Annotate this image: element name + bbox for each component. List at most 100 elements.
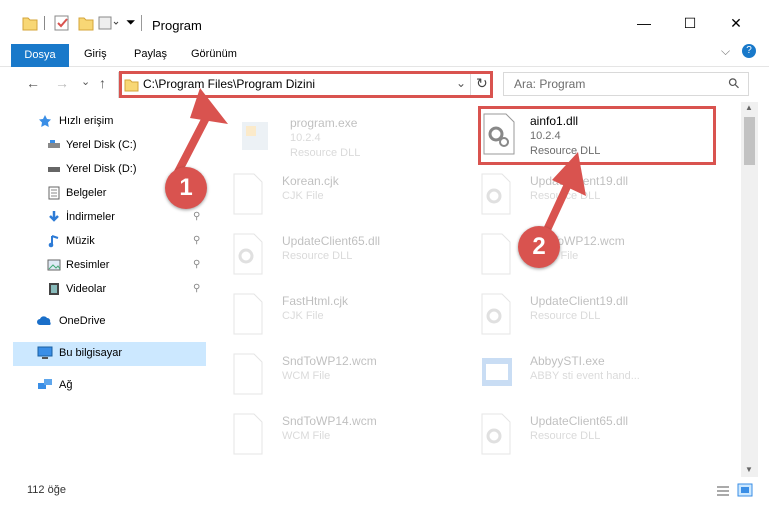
file-type: CJK File	[282, 190, 324, 202]
pin-icon[interactable]: ⚲	[193, 235, 200, 246]
large-icons-view-icon[interactable]	[737, 483, 753, 497]
scroll-up-icon[interactable]: ▲	[745, 103, 753, 112]
exe-icon	[482, 358, 512, 386]
up-button[interactable]: ↑	[99, 75, 106, 91]
help-icon[interactable]: ?	[742, 44, 756, 58]
file-name: AbbyySTI.exe	[530, 354, 605, 368]
dll-icon	[481, 413, 511, 455]
search-placeholder: Ara: Program	[514, 77, 586, 91]
tab-home[interactable]: Giriş	[84, 48, 107, 60]
folder-icon[interactable]	[22, 14, 38, 32]
back-button[interactable]: ←	[26, 75, 40, 91]
file-type: Resource DLL	[290, 147, 361, 159]
network-icon	[38, 379, 52, 389]
dll-icon	[481, 173, 511, 215]
maximize-button[interactable]: ☐	[667, 8, 713, 38]
file-icon	[481, 233, 511, 275]
title-divider	[141, 15, 142, 31]
file-name: UpdateClient65.dll	[282, 234, 381, 248]
callout-badge-1: 1	[165, 167, 207, 209]
file-icon	[233, 353, 263, 395]
properties-icon[interactable]	[54, 14, 70, 32]
drive-icon	[48, 167, 60, 172]
file-item[interactable]: UpdateClient65.dll Resource DLL	[230, 228, 460, 284]
dll-icon	[481, 293, 511, 335]
file-type: Resource DLL	[282, 250, 353, 262]
bottom-edge	[0, 504, 769, 513]
videos-icon	[49, 283, 59, 295]
file-name: SndToWP12.wcm	[282, 354, 377, 368]
file-item[interactable]: program.exe 10.2.4 Resource DLL	[238, 110, 468, 166]
status-bar	[0, 478, 769, 504]
minimize-button[interactable]: —	[621, 8, 667, 38]
pictures-icon	[47, 259, 61, 271]
sidebar-item-this-pc[interactable]: Bu bilgisayar	[13, 342, 206, 366]
scroll-down-icon[interactable]: ▼	[745, 465, 753, 474]
close-button[interactable]: ✕	[713, 8, 759, 38]
sidebar-item-label: Yerel Disk (D:)	[66, 163, 137, 175]
toolbar-divider	[44, 16, 45, 30]
sidebar-item-pictures[interactable]: Resimler ⚲	[13, 254, 206, 278]
sidebar-item-label: Bu bilgisayar	[59, 347, 122, 359]
sidebar-item-label: İndirmeler	[66, 211, 115, 223]
pin-icon[interactable]: ⚲	[193, 259, 200, 270]
sidebar-item-downloads[interactable]: İndirmeler ⚲	[13, 206, 206, 230]
cloud-icon	[37, 316, 51, 325]
file-icon	[233, 413, 263, 455]
file-item[interactable]: AbbyySTI.exe ABBY sti event hand...	[478, 348, 708, 404]
pin-icon[interactable]: ⚲	[193, 283, 200, 294]
sidebar-item-videos[interactable]: Videolar ⚲	[13, 278, 206, 302]
sidebar-item-label: Belgeler	[66, 187, 107, 199]
new-folder-icon[interactable]	[78, 14, 94, 32]
sidebar-item-label: OneDrive	[59, 315, 106, 327]
exe-icon	[242, 122, 268, 150]
sidebar-item-music[interactable]: Müzik ⚲	[13, 230, 206, 254]
file-name: program.exe	[290, 116, 358, 130]
ribbon-collapse-icon[interactable]: ⌵	[721, 44, 730, 59]
customize-toolbar-icon[interactable]: ⏷	[126, 15, 136, 30]
tab-view[interactable]: Görünüm	[191, 48, 237, 60]
ribbon	[0, 40, 769, 67]
sidebar-item-label: Resimler	[66, 259, 110, 271]
file-version: 10.2.4	[290, 132, 321, 144]
star-icon	[39, 115, 51, 127]
file-type: WCM File	[282, 370, 331, 382]
details-view-icon[interactable]	[716, 485, 730, 497]
file-name: Korean.cjk	[282, 174, 339, 188]
pin-icon[interactable]: ⚲	[193, 211, 200, 222]
callout-badge-2: 2	[518, 226, 560, 268]
sidebar-item-label: Hızlı erişim	[59, 115, 114, 127]
file-type: Resource DLL	[530, 430, 601, 442]
sidebar-item-label: Müzik	[66, 235, 95, 247]
file-type: ABBY sti event hand...	[530, 370, 640, 382]
file-icon	[233, 293, 263, 335]
file-name: UpdateClient19.dll	[530, 294, 629, 308]
download-icon	[49, 211, 59, 222]
scrollbar-thumb[interactable]	[744, 117, 755, 165]
file-name: SndToWP14.wcm	[282, 414, 377, 428]
sidebar-item-network[interactable]: Ağ	[13, 374, 206, 398]
file-item[interactable]: FastHtml.cjk CJK File	[230, 288, 460, 344]
window-title: Program	[152, 18, 202, 33]
recent-locations-button[interactable]: ⌄	[81, 75, 90, 88]
documents-icon	[48, 186, 60, 200]
file-name: UpdateClient65.dll	[530, 414, 629, 428]
sidebar-item-label: Videolar	[66, 283, 107, 295]
computer-icon	[37, 346, 53, 359]
sidebar-item-onedrive[interactable]: OneDrive	[13, 310, 206, 334]
file-item[interactable]: UpdateClient65.dll Resource DLL	[478, 408, 708, 464]
file-item[interactable]: Korean.cjk CJK File	[230, 168, 460, 224]
file-type: CJK File	[282, 310, 324, 322]
file-item[interactable]: UpdateClient19.dll Resource DLL	[478, 288, 708, 344]
music-icon	[48, 235, 59, 248]
file-item[interactable]: SndToWP12.wcm WCM File	[230, 348, 460, 404]
item-count: 112 öğe	[27, 484, 66, 496]
forward-button[interactable]: →	[55, 75, 69, 91]
file-name: FastHtml.cjk	[282, 294, 348, 308]
file-item[interactable]: SndToWP14.wcm WCM File	[230, 408, 460, 464]
file-type: WCM File	[282, 430, 331, 442]
drive-icon	[48, 140, 60, 148]
tab-file[interactable]: Dosya	[11, 44, 69, 67]
tab-share[interactable]: Paylaş	[134, 48, 167, 60]
view-icon[interactable]	[98, 14, 120, 32]
